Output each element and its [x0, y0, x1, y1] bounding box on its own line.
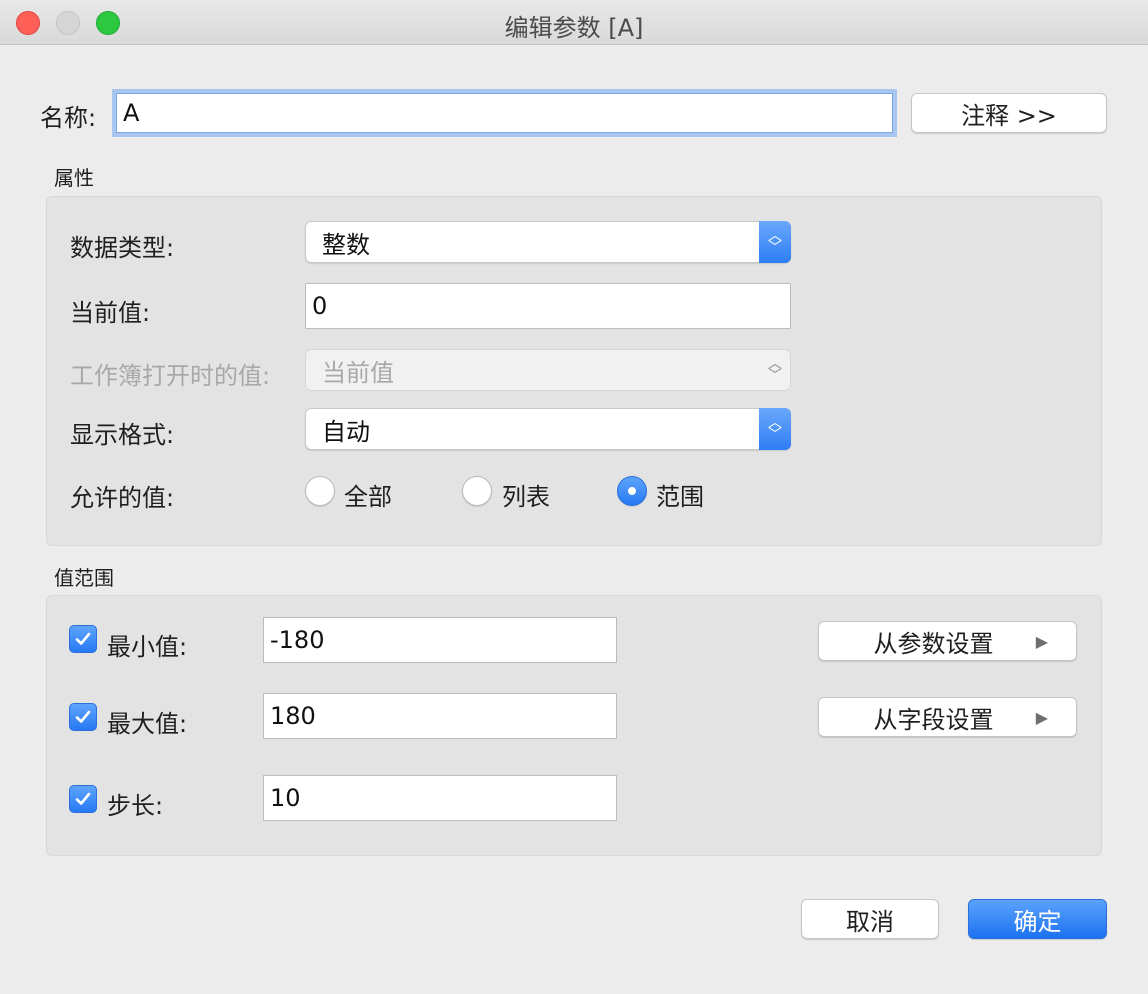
updown-chevron-icon: ︿ ﹀ [768, 356, 782, 384]
edit-parameter-dialog: 编辑参数 [A] 名称: A 注释 >> 属性 数据类型: 整数 ︿ ﹀ 当前值:… [0, 0, 1148, 994]
from-field-label: 从字段设置 [873, 705, 994, 734]
allowed-all-radio[interactable] [305, 476, 335, 506]
ok-button[interactable]: 确定 [968, 899, 1107, 939]
comment-button-label: 注释 >> [961, 101, 1057, 130]
titlebar: 编辑参数 [A] [0, 0, 1148, 45]
name-label: 名称: [40, 104, 97, 132]
updown-chevron-icon: ︿ ﹀ [759, 408, 791, 450]
allowed-range-label[interactable]: 范围 [656, 477, 704, 512]
allowed-values-label: 允许的值: [70, 484, 175, 512]
workbook-open-value-text: 当前值 [322, 358, 394, 387]
name-input-value: A [123, 99, 140, 127]
workbook-open-value-label: 工作簿打开时的值: [70, 362, 271, 390]
current-value-text: 0 [312, 292, 328, 320]
current-value-label: 当前值: [70, 299, 151, 327]
current-value-input[interactable]: 0 [305, 283, 791, 329]
triangle-right-icon: ▶ [1035, 707, 1048, 727]
allowed-range-radio[interactable] [617, 476, 647, 506]
min-input[interactable]: -180 [263, 617, 617, 663]
max-value: 180 [270, 702, 316, 730]
display-format-label: 显示格式: [70, 421, 175, 449]
display-format-value: 自动 [322, 417, 370, 446]
checkmark-icon [75, 710, 91, 723]
data-type-value: 整数 [322, 230, 370, 259]
min-checkbox[interactable] [69, 625, 97, 653]
step-checkbox[interactable] [69, 785, 97, 813]
ok-button-label: 确定 [1013, 907, 1062, 936]
data-type-label: 数据类型: [70, 234, 175, 262]
workbook-open-value-select[interactable]: 当前值 ︿ ﹀ [305, 349, 791, 391]
triangle-right-icon: ▶ [1035, 631, 1048, 651]
properties-section-title: 属性 [54, 166, 94, 190]
checkmark-icon [75, 632, 91, 645]
from-field-button[interactable]: 从字段设置 ▶ [818, 697, 1077, 737]
from-parameter-label: 从参数设置 [873, 629, 994, 658]
data-type-select[interactable]: 整数 ︿ ﹀ [305, 221, 791, 263]
min-label: 最小值: [107, 633, 188, 661]
updown-chevron-icon: ︿ ﹀ [759, 221, 791, 263]
step-label: 步长: [107, 792, 164, 820]
cancel-button-label: 取消 [846, 907, 894, 936]
allowed-list-radio[interactable] [462, 476, 492, 506]
comment-button[interactable]: 注释 >> [911, 93, 1107, 133]
allowed-all-label[interactable]: 全部 [344, 477, 392, 512]
min-value: -180 [270, 626, 325, 654]
display-format-select[interactable]: 自动 ︿ ﹀ [305, 408, 791, 450]
max-label: 最大值: [107, 710, 188, 738]
step-input[interactable]: 10 [263, 775, 617, 821]
step-value: 10 [270, 784, 301, 812]
range-section-title: 值范围 [54, 566, 114, 590]
max-checkbox[interactable] [69, 703, 97, 731]
name-input[interactable]: A [116, 93, 893, 133]
checkmark-icon [75, 792, 91, 805]
from-parameter-button[interactable]: 从参数设置 ▶ [818, 621, 1077, 661]
window-title: 编辑参数 [A] [504, 14, 644, 42]
max-input[interactable]: 180 [263, 693, 617, 739]
cancel-button[interactable]: 取消 [801, 899, 939, 939]
allowed-list-label[interactable]: 列表 [502, 477, 550, 512]
